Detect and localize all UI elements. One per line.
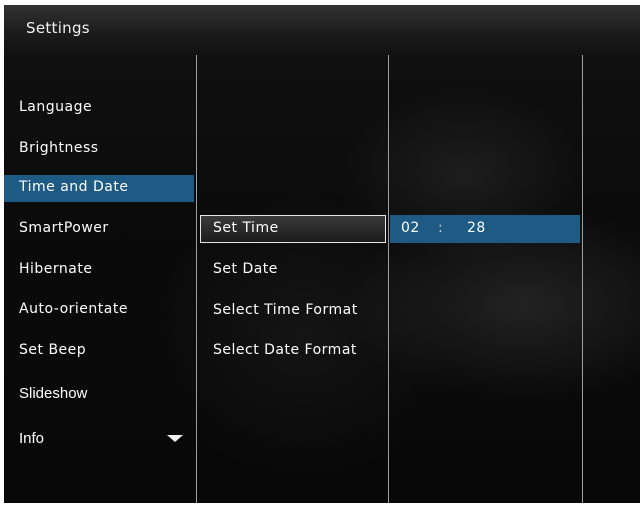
submenu-item-select-time-format[interactable]: Select Time Format [213,302,358,318]
menu-item-time-and-date[interactable]: Time and Date [19,179,128,195]
menu-item-auto-orientate[interactable]: Auto-orientate [19,301,128,317]
menu-item-info[interactable]: Info [19,430,44,447]
column-divider [196,55,197,503]
column-divider [582,55,583,503]
submenu-item-set-time[interactable]: Set Time [213,220,279,236]
submenu-item-select-date-format[interactable]: Select Date Format [213,342,357,358]
hour-field[interactable]: 02 [401,220,420,236]
menu-item-brightness[interactable]: Brightness [19,140,99,156]
submenu-item-set-date[interactable]: Set Date [213,261,278,277]
settings-screen: Settings Language Brightness Time and Da… [4,5,640,503]
minute-field[interactable]: 28 [467,220,486,236]
time-separator: : [438,220,443,236]
title-bar: Settings [4,5,640,55]
page-title: Settings [26,19,90,37]
menu-item-slideshow[interactable]: Slideshow [19,385,87,402]
chevron-down-icon[interactable] [167,435,183,442]
menu-item-hibernate[interactable]: Hibernate [19,261,92,277]
menu-item-language[interactable]: Language [19,99,92,115]
menu-item-smartpower[interactable]: SmartPower [19,220,109,236]
column-divider [388,55,389,503]
menu-item-set-beep[interactable]: Set Beep [19,342,86,358]
